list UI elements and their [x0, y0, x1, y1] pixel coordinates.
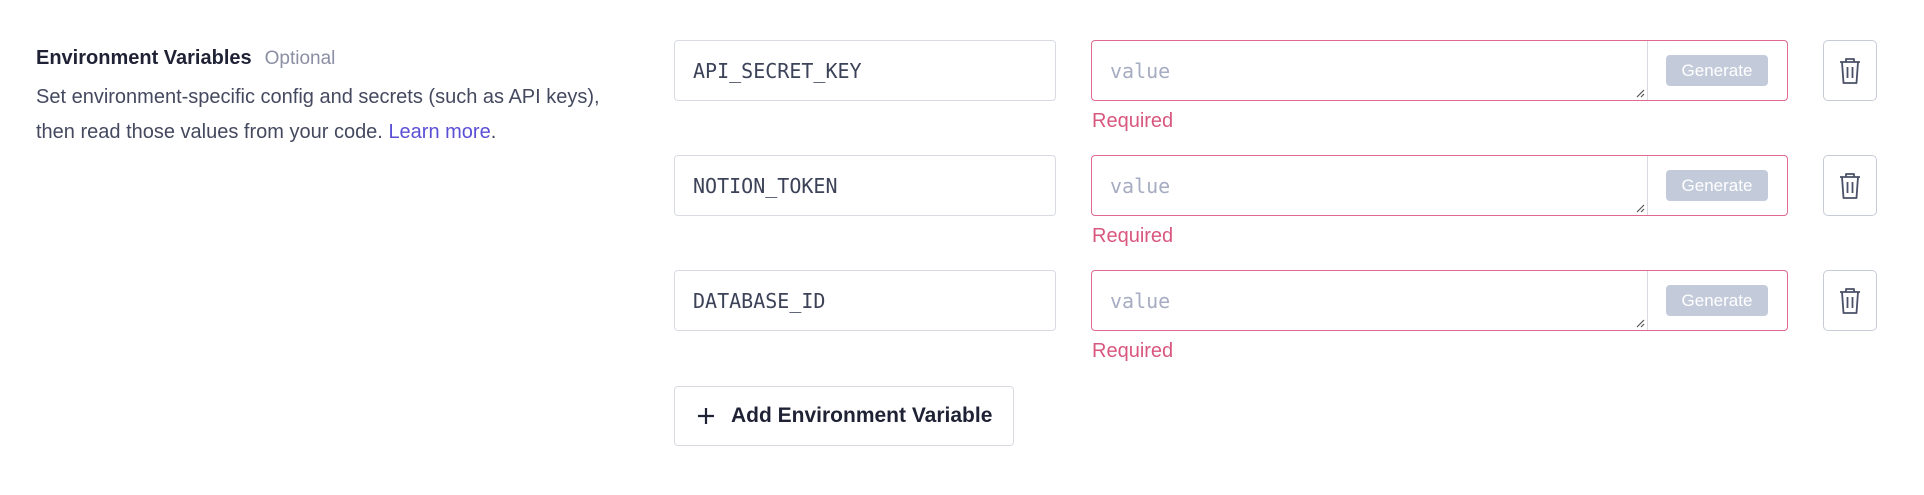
env-key-input[interactable] — [674, 40, 1056, 101]
env-value-input[interactable] — [1092, 41, 1648, 100]
trash-icon — [1840, 287, 1860, 314]
resize-handle-icon[interactable] — [1635, 203, 1645, 213]
required-error: Required — [1092, 340, 1174, 362]
resize-handle-icon[interactable] — [1635, 318, 1645, 328]
env-value-field: Generate — [1091, 155, 1788, 216]
env-key-input[interactable] — [674, 155, 1056, 216]
generate-button[interactable]: Generate — [1666, 55, 1768, 86]
required-error: Required — [1092, 110, 1174, 132]
delete-env-var-button[interactable] — [1823, 155, 1877, 216]
env-value-field: Generate — [1091, 40, 1788, 101]
env-var-row: Generate Required — [0, 155, 1924, 247]
trash-icon — [1840, 57, 1860, 84]
add-env-var-label: Add Environment Variable — [731, 404, 993, 427]
trash-icon — [1840, 172, 1860, 199]
required-error: Required — [1092, 225, 1174, 247]
env-var-row: Generate Required — [0, 270, 1924, 362]
delete-env-var-button[interactable] — [1823, 40, 1877, 101]
add-env-var-button[interactable]: Add Environment Variable — [674, 386, 1014, 446]
delete-env-var-button[interactable] — [1823, 270, 1877, 331]
generate-button[interactable]: Generate — [1666, 285, 1768, 316]
env-value-input[interactable] — [1092, 271, 1648, 330]
env-var-row: Generate Required — [0, 40, 1924, 132]
env-value-input[interactable] — [1092, 156, 1648, 215]
env-value-field: Generate — [1091, 270, 1788, 331]
env-key-input[interactable] — [674, 270, 1056, 331]
resize-handle-icon[interactable] — [1635, 88, 1645, 98]
generate-button[interactable]: Generate — [1666, 170, 1768, 201]
plus-icon — [698, 408, 714, 424]
learn-more-link[interactable]: Learn more — [388, 121, 490, 143]
